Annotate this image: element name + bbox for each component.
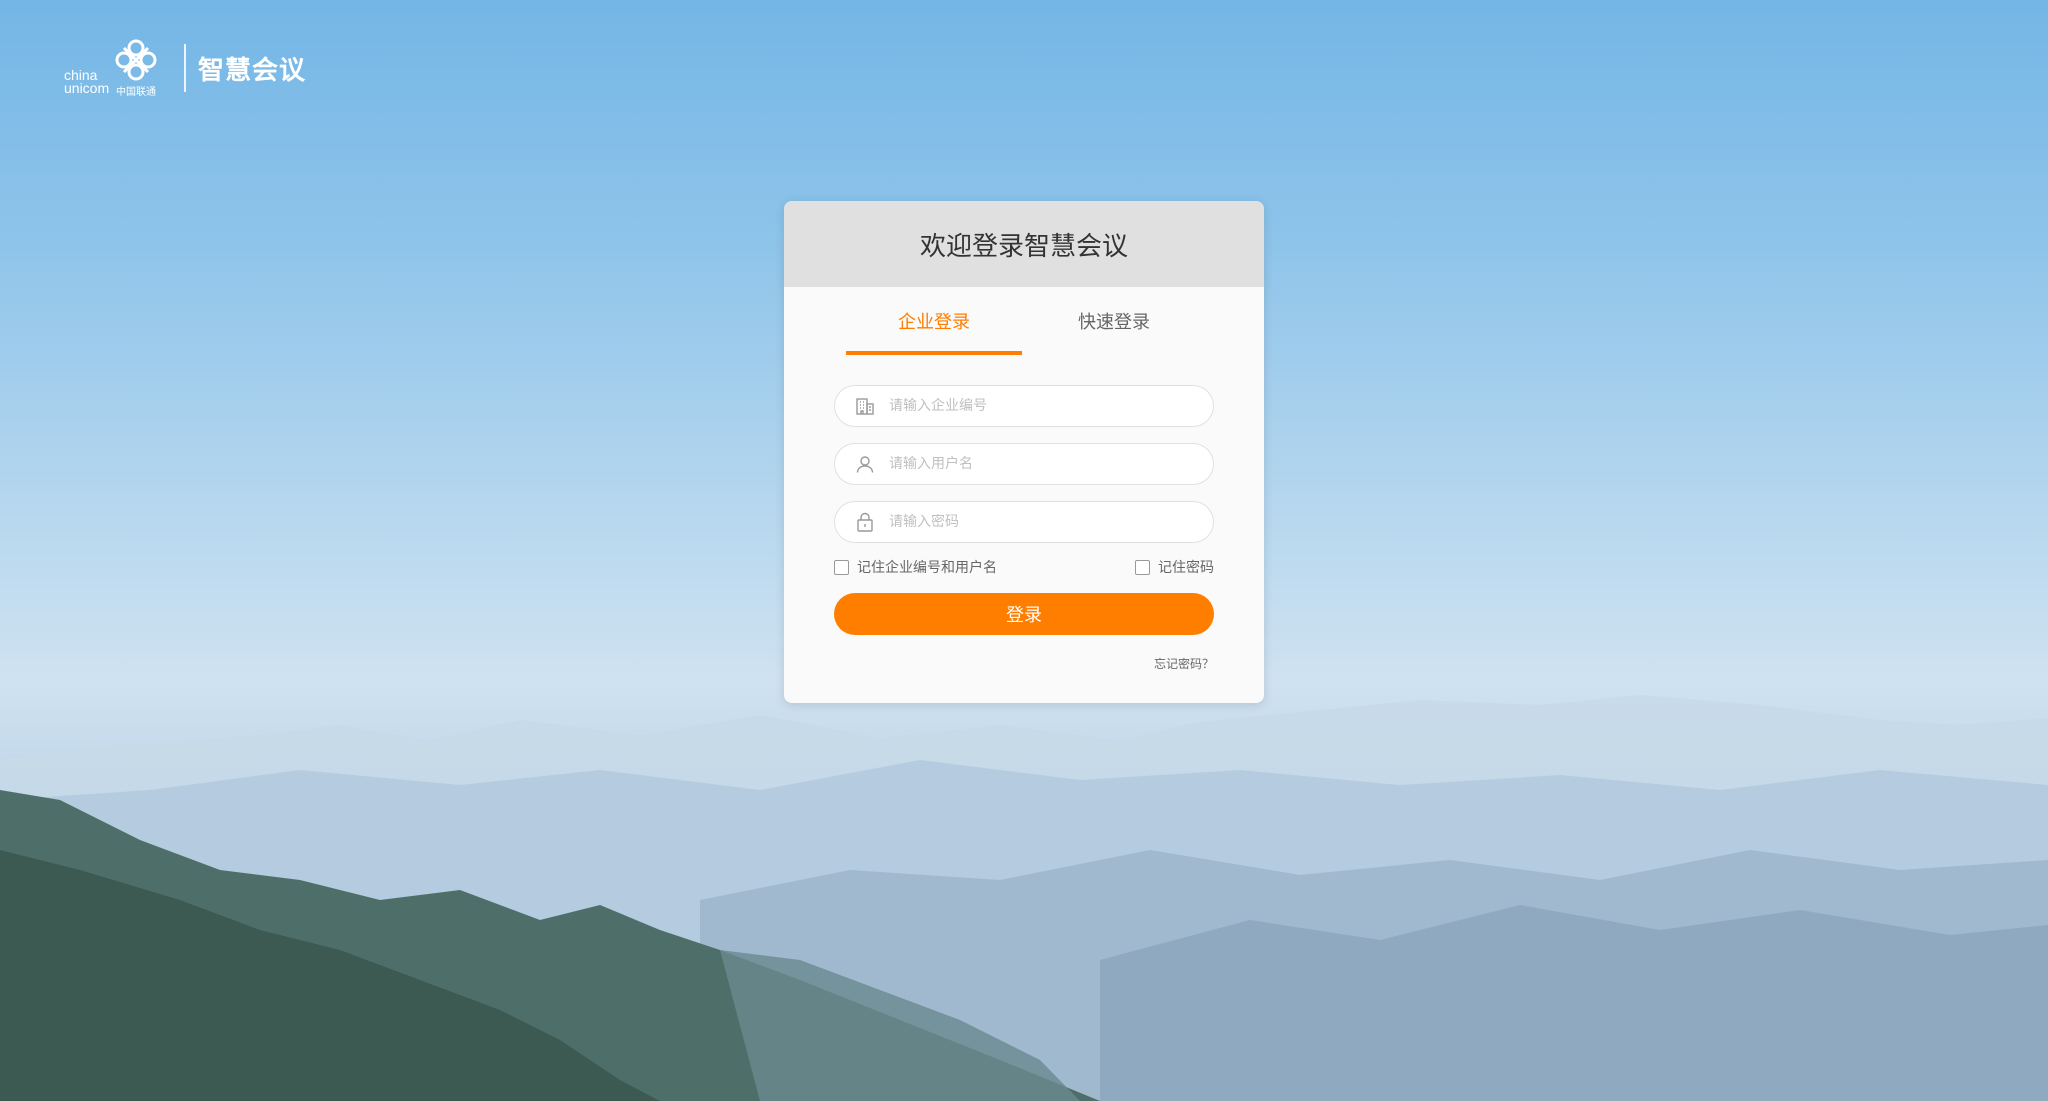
company-id-field (834, 385, 1214, 427)
checkbox-icon[interactable] (1135, 559, 1150, 575)
china-unicom-logo: china unicom 中国联通 (60, 36, 178, 100)
login-form: 记住企业编号和用户名 记住密码 登录 忘记密码？ (784, 355, 1264, 672)
remember-company-user-checkbox[interactable]: 记住企业编号和用户名 (834, 557, 997, 577)
password-input[interactable] (889, 514, 1209, 530)
forgot-password-link[interactable]: 忘记密码？ (1154, 655, 1214, 672)
tab-quick-login[interactable]: 快速登录 (1026, 287, 1202, 355)
login-title: 欢迎登录智慧会议 (919, 231, 1128, 262)
login-button[interactable]: 登录 (834, 593, 1214, 635)
login-card: 欢迎登录智慧会议 企业登录 快速登录 请输入企业编号 请输入用户名 记住企业编号… (784, 201, 1264, 703)
password-field (834, 501, 1214, 543)
remember-options: 记住企业编号和用户名 记住密码 (834, 557, 1214, 577)
username-field (834, 443, 1214, 485)
logo-divider (184, 44, 186, 92)
logo-en-line2: unicom (64, 80, 110, 96)
remember-password-checkbox[interactable]: 记住密码 (1135, 557, 1214, 577)
app-title: 智慧会议 (198, 55, 307, 86)
remember-password-label: 记住密码 (1158, 560, 1214, 576)
logo-chinese-small: 中国联通 (116, 87, 156, 98)
tab-enterprise-login[interactable]: 企业登录 (846, 287, 1022, 355)
card-header: 欢迎登录智慧会议 (784, 201, 1264, 287)
login-tabs: 企业登录 快速登录 (784, 287, 1264, 355)
user-icon (855, 454, 875, 474)
unicom-knot-icon (115, 39, 157, 81)
company-id-input[interactable] (889, 398, 1209, 414)
remember-company-user-label: 记住企业编号和用户名 (857, 560, 997, 576)
brand-logo: china unicom 中国联通 智慧会议 (60, 36, 306, 100)
checkbox-icon[interactable] (834, 559, 849, 575)
lock-icon (855, 512, 875, 532)
building-icon (855, 396, 875, 416)
logo-english-text: china unicom (64, 68, 110, 96)
forgot-row: 忘记密码？ (834, 655, 1214, 672)
username-input[interactable] (889, 456, 1209, 472)
